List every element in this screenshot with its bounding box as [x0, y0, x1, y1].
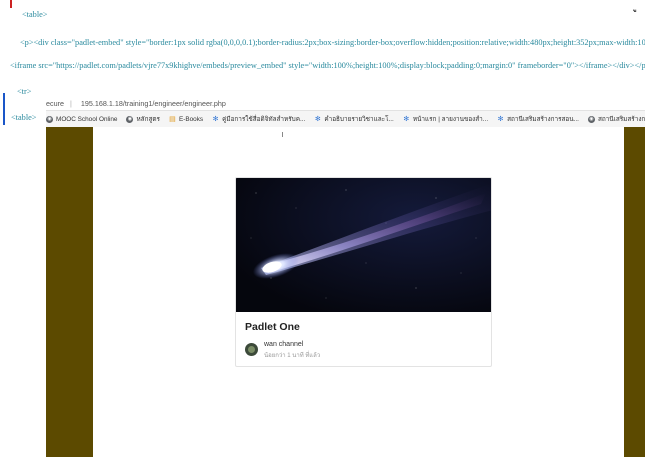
bookmark-item[interactable]: ✻ คำอธิบายรายวิชาและโ...: [314, 114, 394, 124]
url-text[interactable]: 195.168.1.18/training1/engineer/engineer…: [81, 99, 226, 108]
code-line: <p><div class="padlet-embed" style="bord…: [20, 38, 645, 47]
code-line: <table>: [11, 113, 37, 122]
address-bar[interactable]: ecure | 195.168.1.18/training1/engineer/…: [46, 96, 645, 111]
avatar: [245, 343, 258, 356]
globe-icon: ◉: [587, 115, 595, 123]
divider: |: [69, 98, 72, 108]
bookmark-item[interactable]: ◉ หลักสูตร: [126, 114, 160, 124]
bookmark-item[interactable]: ✻ คู่มือการใช้สื่อดิจิทัลสำหรับค...: [212, 114, 306, 124]
globe-icon: ◉: [46, 115, 53, 123]
page-content: Padlet One wan channel น้อยกว่า 1 นาที ท…: [93, 127, 624, 457]
caret-mark: [282, 132, 283, 137]
bookmark-item[interactable]: ◉สถานีเสริมสร้างการสอน...: [587, 114, 645, 124]
page-background: Padlet One wan channel น้อยกว่า 1 นาที ท…: [46, 127, 645, 457]
padlet-title: Padlet One: [245, 321, 300, 333]
bookmarks-bar: ◉ MOOC School Online ◉ หลักสูตร ▤ E-Books ✻…: [46, 111, 645, 127]
snowflake-icon: ✻: [497, 115, 504, 123]
padlet-embed-card[interactable]: Padlet One wan channel น้อยกว่า 1 นาที ท…: [235, 177, 492, 367]
bookmark-item[interactable]: ▤ E-Books: [169, 116, 203, 123]
code-line: <table>: [22, 10, 48, 19]
author-name: wan channel: [264, 341, 304, 348]
snowflake-icon: ✻: [314, 115, 321, 123]
comet-image: [236, 178, 491, 312]
code-line: <iframe src="https://padlet.com/padlets/…: [10, 61, 645, 70]
bookmark-item[interactable]: ✻ สถานีเสริมสร้างการสอน...: [497, 114, 579, 124]
timestamp: น้อยกว่า 1 นาที ที่แล้ว: [264, 353, 321, 359]
blue-marker: [3, 93, 5, 125]
code-line: <tr>: [17, 87, 32, 96]
bookmark-item[interactable]: ◉ MOOC School Online: [46, 115, 117, 123]
red-marker: [10, 0, 12, 8]
snowflake-icon: ✻: [212, 115, 219, 123]
bookmark-item[interactable]: ✻ หน้าแรก | ลายงานของสำ...: [403, 114, 488, 124]
globe-icon: ◉: [126, 115, 134, 123]
book-icon: ▤: [169, 115, 176, 123]
security-label: ecure: [46, 98, 64, 108]
snowflake-icon: ✻: [403, 115, 410, 123]
